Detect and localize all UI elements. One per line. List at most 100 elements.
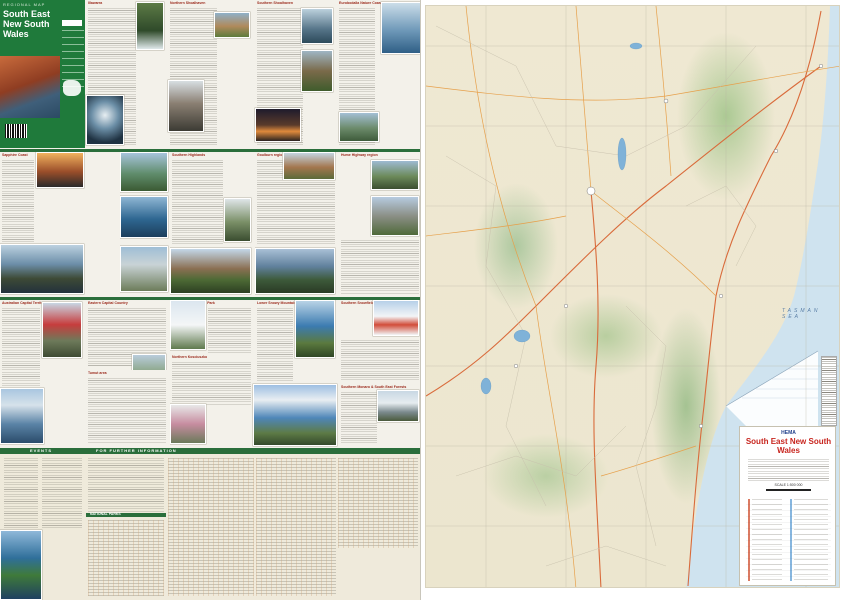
events-strip [0,448,420,454]
section-heading: Southern Monaro & South East Forests [341,385,407,389]
section-southern-monaro: Southern Monaro & South East Forests [339,384,420,446]
cover-kicker: REGIONAL MAP [3,2,46,7]
section-southern-highlands: Southern Highlands [170,152,253,296]
info-contacts-list [88,458,164,518]
section-heading: Tumut area [88,371,107,375]
alpine-lake-photo [253,384,337,446]
section-heading: Goulburn region [257,153,285,157]
legend-text [794,499,828,581]
rocky-coast-photo [0,244,84,294]
jetty-sunset-photo [255,108,301,142]
section-heading: Southern Shoalhaven [257,1,293,5]
section-heading: Northern Shoalhaven [170,1,206,5]
warragamba-dam [629,42,643,50]
section-heading: Northern Kosciuszko [172,355,208,359]
publisher-info [748,459,829,481]
white-lighthouse-photo [120,246,168,292]
events-heading: EVENTS [30,448,53,453]
national-parks-table [88,520,164,596]
australia-locator-icon [63,80,81,96]
section-sapphire-coast-photos [120,152,170,296]
section-text [341,340,419,382]
snowy-lake-photo [377,390,419,422]
section-goulburn-region: Goulburn region [255,152,337,296]
scale-label: SCALE 1:500 000 [774,483,803,487]
wildflower-photo [170,404,206,444]
lighthouse-photo [120,152,168,192]
publisher-logo [62,20,82,26]
map-legend-panel: HEMA South East New South Wales SCALE 1:… [739,426,836,586]
sea-label: TASMAN SEA [782,308,821,320]
adjoining-maps-key [821,356,837,426]
section-text [341,392,377,444]
river-photo [339,112,379,142]
river-crossing-photo [371,160,419,190]
cover-photo [0,56,60,118]
section-heading: Eastern Capital Country [88,301,128,305]
cave-arch-photo [86,95,124,145]
nowra-marker [774,148,779,153]
whale-photo [120,196,168,238]
events-list [4,458,38,530]
national-parks-heading: NATIONAL PARKS [90,512,121,516]
cover-title: South East New South Wales [3,9,51,39]
publisher-logo: HEMA [781,430,796,436]
section-text [257,308,293,382]
section-heading: Sapphire Coast [2,153,28,157]
events-list [42,458,82,530]
legend-title: South East New South Wales [745,437,832,455]
sunset-coast-photo [36,152,84,188]
headland-photo [301,50,333,92]
goulburn-marker [663,98,669,104]
section-heading: Australian Capital Territory [2,301,47,305]
skiers-photo [373,300,419,336]
canberra-marker [586,186,596,196]
coastal-lake-photo [381,2,420,54]
section-heading: Southern Snowfields [341,301,376,305]
section-tumut-area: Tumut area [86,370,168,446]
section-text [2,308,40,386]
scale-bar [766,489,811,491]
section-hume-highway: Hume Highway region [339,152,420,296]
falls-photo [224,198,251,242]
historic-building-photo [283,152,335,180]
section-act-tourism: Australian Capital Territory [0,300,84,446]
section-northern-kosciuszko: Northern Kosciuszko [170,354,253,446]
events-and-info-panel: EVENTS FOR FURTHER INFORMATION [0,448,420,600]
legend-text [752,499,782,581]
jet-fountain-photo [0,388,44,444]
homestead-photo [170,248,251,294]
lake-eucumbene [513,329,531,343]
blue-lake-photo [295,300,335,358]
waterfall-photo [136,2,164,50]
facilities-table [338,458,418,548]
harbour-photo [301,8,333,44]
jindabyne-marker [513,364,518,369]
section-southern-snowfields: Southern Snowfields [339,300,420,384]
facilities-table [168,458,254,596]
national-parks-strip: NATIONAL PARKS [86,512,166,517]
cover-panel: REGIONAL MAP South East New South Wales [0,0,85,148]
batemans-bay-marker [719,294,724,299]
folded-map-sheet: REGIONAL MAP South East New South Wales … [0,0,845,600]
section-text [172,160,223,246]
further-info-heading: FOR FURTHER INFORMATION [96,448,177,453]
lake-george [617,137,627,171]
section-sapphire-coast: Sapphire Coast [0,152,118,296]
section-heading: Southern Highlands [172,153,206,157]
section-heading: Illawarra [88,1,103,5]
section-text [88,378,166,444]
wollongong-marker [819,64,824,69]
bridge-photo [371,196,419,236]
cliff-photo [168,80,204,132]
parliament-photo [42,302,82,358]
section-eurobodalla: Eurobodalla Nature Coast [337,0,420,148]
cooma-marker [563,304,568,309]
lake-jindabyne [480,377,492,395]
barcode [5,124,27,138]
section-text [341,240,419,294]
section-text [172,362,251,406]
section-heading: Eurobodalla Nature Coast [339,1,382,5]
road-map-panel: TASMAN SEA HEMA South East New South Wal… [425,5,840,588]
hume-highway [426,65,822,397]
